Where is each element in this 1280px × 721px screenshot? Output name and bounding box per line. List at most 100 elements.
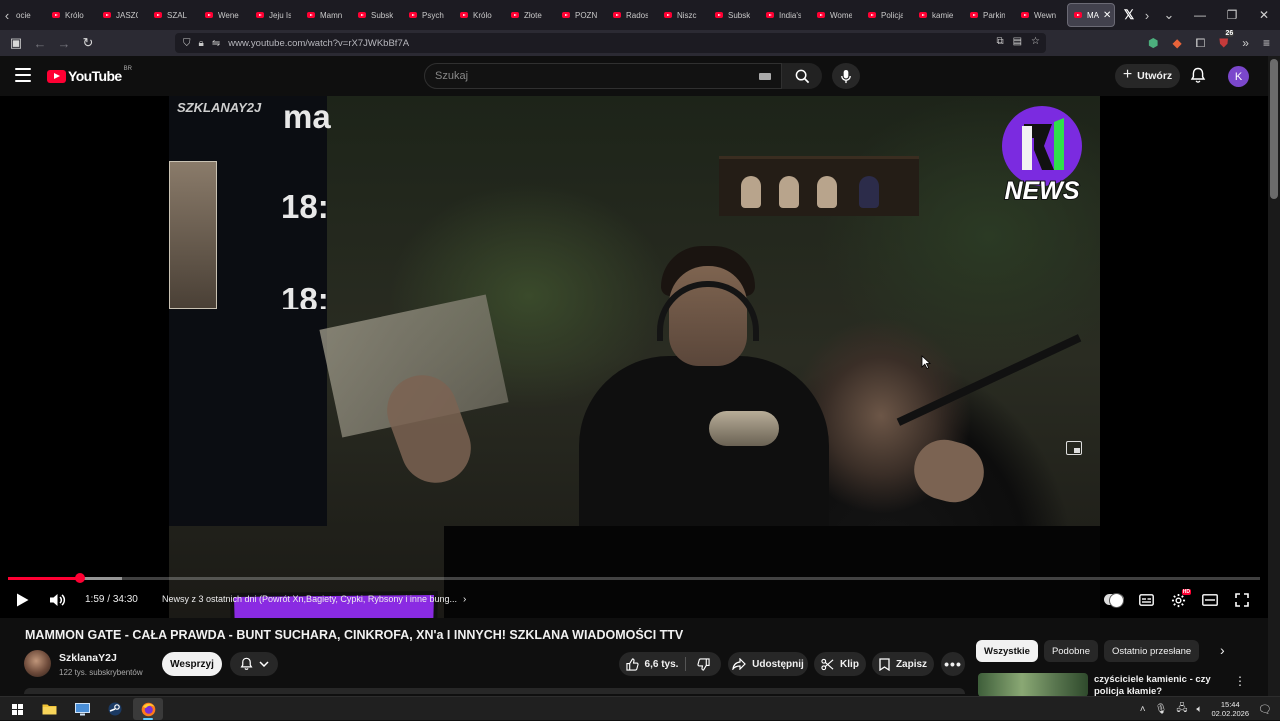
file-explorer-button[interactable] [34,698,64,720]
x-twitter-tab-icon[interactable]: 𝕏 [1118,0,1140,30]
tracking-protection-shield-icon[interactable]: ⛉ [183,38,191,49]
channel-avatar[interactable] [24,650,51,677]
control-panel-button[interactable] [67,698,97,720]
browser-tab[interactable]: ocie [14,0,44,30]
theater-mode-button[interactable] [1200,588,1220,612]
minimize-icon[interactable]: — [1184,8,1216,22]
fullscreen-button[interactable] [1232,588,1252,612]
chips-next-icon[interactable]: › [1220,642,1225,658]
browser-tab[interactable]: Policja [860,0,911,30]
show-hidden-icons-chevron-icon[interactable]: ˄ [1140,704,1146,715]
browser-tab[interactable]: Subsk [707,0,758,30]
tab-active[interactable]: MA ✕ [1067,3,1115,27]
progress-bar[interactable] [8,573,1260,583]
save-button[interactable]: Zapisz [872,652,934,676]
miniplayer-icon[interactable] [1066,441,1082,455]
clock[interactable]: 15:44 02.02.2026 [1211,700,1249,718]
browser-tab[interactable]: Złote [503,0,554,30]
mute-button[interactable] [46,588,68,612]
settings-button[interactable]: HD [1168,588,1191,612]
back-icon[interactable]: ← [28,30,52,56]
bookmark-star-icon[interactable]: ☆ [1031,36,1040,47]
app-menu-icon[interactable]: ≡ [1263,36,1270,50]
browser-tab[interactable]: kamie [911,0,962,30]
play-button[interactable] [12,588,32,612]
video-frame[interactable]: SZKLANAY2J ma 18: 18: [169,96,1100,618]
subtitles-button[interactable] [1136,588,1156,612]
vpn-extension-icon[interactable]: ⬢ [1148,36,1158,50]
recommendation-menu-icon[interactable]: ⋮ [1234,674,1246,688]
browser-tab[interactable]: Parkin [962,0,1013,30]
create-button[interactable]: + Utwórz [1115,64,1180,88]
notifications-bell-icon[interactable] [1190,67,1206,84]
start-button[interactable] [2,698,32,720]
fox-extension-icon[interactable]: ◆ [1172,36,1181,50]
chapter-title-button[interactable]: Newsy z 3 ostatnich dni (Powrót Xn,Bagie… [162,594,466,605]
close-window-icon[interactable]: ✕ [1248,8,1280,22]
chip-recently-uploaded[interactable]: Ostatnio przesłane [1103,640,1200,662]
browser-tab[interactable]: Wene [197,0,248,30]
browser-tab[interactable]: Wewn [1013,0,1064,30]
browser-tab[interactable]: India's [758,0,809,30]
url-text[interactable]: www.youtube.com/watch?v=rX7JWKbBf7A [228,38,409,49]
notifications-icon[interactable]: 🗨︎ [1258,703,1272,716]
subscription-bell-button[interactable] [230,652,278,676]
account-avatar[interactable]: K [1228,66,1249,87]
tabs-scroll-left-icon[interactable]: ‹ [0,0,14,30]
browser-tab[interactable]: Niszc [656,0,707,30]
recommendation-title[interactable]: czyściciele kamienic - czy policja kłami… [1094,674,1218,696]
browser-tab[interactable]: Królo [452,0,503,30]
browser-tab[interactable]: Królo [44,0,95,30]
scrollbar-thumb[interactable] [1270,59,1278,199]
url-bar[interactable]: ⛉ 🔒︎ ⇋ www.youtube.com/watch?v=rX7JWKbBf… [175,33,1046,53]
browser-tab[interactable]: Rados [605,0,656,30]
like-button[interactable]: 6,6 tys. [619,652,685,676]
forward-icon[interactable]: → [52,30,76,56]
network-icon[interactable]: 🖧︎ [1176,701,1187,718]
more-actions-button[interactable]: ••• [941,652,965,676]
tabs-scroll-right-icon[interactable]: › [1140,0,1154,30]
reader-view-icon[interactable]: ▤ [1013,36,1022,47]
sidebar-toggle-icon[interactable]: ▣ [4,30,28,56]
share-button[interactable]: Udostępnij [728,652,808,676]
browser-tab[interactable]: Subsk [350,0,401,30]
lock-icon[interactable]: 🔒︎ [199,38,204,49]
channel-name[interactable]: SzklanaY2J [59,652,117,664]
firefox-button[interactable] [133,698,163,720]
support-button[interactable]: Wesprzyj [162,652,222,676]
list-all-tabs-icon[interactable]: ⌄ [1154,0,1184,30]
scrubber-handle[interactable] [75,573,85,583]
browser-tab[interactable]: Wome [809,0,860,30]
extensions-puzzle-icon[interactable]: ⧠ [1196,36,1206,51]
microphone-tray-icon[interactable]: 🎙︎ [1155,704,1168,715]
clip-button[interactable]: Klip [814,652,866,676]
browser-tab[interactable]: Mamn [299,0,350,30]
permissions-icon[interactable]: ⇋ [212,38,220,49]
picture-in-picture-icon[interactable]: ⧉ [996,36,1003,47]
autoplay-toggle[interactable] [1104,593,1124,608]
browser-tab[interactable]: Psych [401,0,452,30]
tab-close-icon[interactable]: ✕ [1103,10,1111,21]
browser-tab[interactable]: Jeju Is [248,0,299,30]
youtube-logo[interactable]: YouTube BR [47,66,132,84]
search-button[interactable] [782,63,822,89]
chip-related[interactable]: Podobne [1043,640,1098,662]
browser-tab[interactable]: JASZC [95,0,146,30]
overflow-chevron-icon[interactable]: » [1242,36,1249,50]
description-box[interactable] [24,688,965,694]
recommendation-thumbnail[interactable] [978,673,1088,697]
volume-tray-icon[interactable]: 🔈︎ [1196,704,1202,715]
ublock-extension-icon[interactable]: ⛊ 26 [1219,29,1235,51]
restore-icon[interactable]: ❐ [1216,8,1248,22]
chip-all[interactable]: Wszystkie [976,640,1038,662]
video-player[interactable]: SZKLANAY2J ma 18: 18: NEWS PILNE 1:59 / … [0,96,1268,618]
guide-menu-icon[interactable] [15,68,31,82]
dislike-button[interactable] [686,652,721,676]
browser-tab[interactable]: SZAL [146,0,197,30]
keyboard-icon[interactable] [759,73,771,80]
browser-tab[interactable]: POZN [554,0,605,30]
page-scrollbar[interactable] [1268,56,1280,696]
voice-search-button[interactable] [832,63,860,89]
search-input[interactable]: Szukaj [424,63,782,89]
steam-button[interactable] [100,698,130,720]
